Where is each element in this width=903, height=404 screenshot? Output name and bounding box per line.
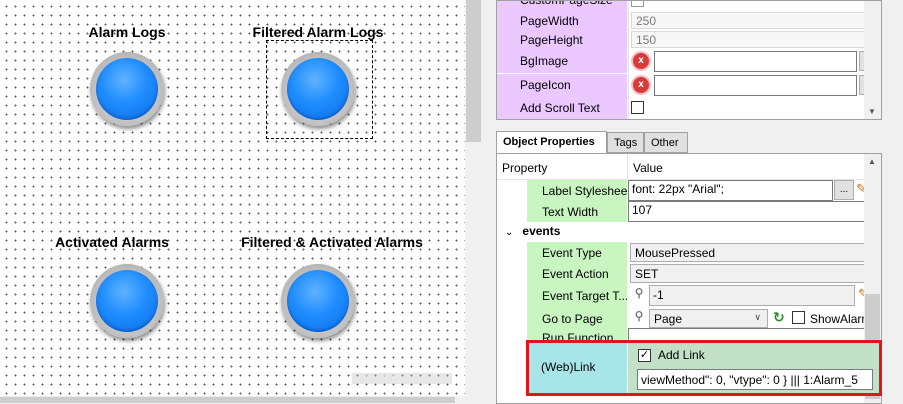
add-link-label: Add Link [658,348,705,362]
property-row-event-type: Event Type MousePressed∨ [497,242,881,263]
event-action-value: SET [635,267,659,281]
property-row-event-action: Event Action SET∨ [497,263,881,284]
property-name: PageHeight [497,29,627,51]
alarm-logs-button[interactable] [90,52,164,126]
text-width-value: 107 [632,203,653,217]
property-row-bg-image: BgImage x ... [497,50,881,73]
property-row-event-target: Event Target T... ⚲ -1 ✎ [497,284,869,308]
design-canvas[interactable]: Alarm Logs Filtered Alarm Logs Activated… [0,0,465,396]
property-value: ⚲ -1 ✎ [628,284,869,308]
property-value [628,97,881,119]
scroll-thumb[interactable] [0,397,455,403]
page-width-field[interactable]: 250▲▼ [631,12,881,29]
property-value: 107▲▼ [628,201,880,222]
property-value: ⚲ Page ∨ ↻ ShowAlarms [628,308,877,330]
activated-alarms-widget[interactable]: Activated Alarms [17,234,207,344]
property-name: Text Width [527,201,627,222]
clear-icon[interactable]: x [633,53,649,69]
go-to-page-select[interactable]: Page ∨ [649,309,768,328]
search-icon[interactable]: ⚲ [630,309,648,328]
scroll-thumb[interactable] [466,0,481,142]
activated-alarms-button[interactable] [90,264,164,338]
events-group-label: events [522,224,561,238]
coordinate-readout: 423 , 148 [352,373,452,384]
text-width-input[interactable]: 107▲▼ [628,201,880,222]
page-width-value: 250 [636,14,657,28]
property-value: 150▲▼ [628,29,881,51]
go-to-page-value: Page [654,312,683,326]
event-type-value: MousePressed [635,246,716,260]
value-column-header: Value [633,161,663,175]
tab-object-properties[interactable]: Object Properties [496,131,607,154]
property-value: x ... [628,74,881,97]
page-icon-input[interactable] [654,75,857,96]
property-name: Go to Page [527,308,627,330]
alarm-logs-widget[interactable]: Alarm Logs [32,24,222,126]
web-link-input[interactable]: viewMethod": 0, "vtype": 0 } ||| 1:Alarm… [637,369,873,390]
property-value: font: 22px "Arial"; ... ✎ [628,180,867,201]
property-name: Event Type [527,242,627,263]
property-name: (Web)Link [529,343,627,393]
grid-header: Property Value [497,154,881,180]
custom-page-size-checkbox[interactable] [631,1,644,7]
page-height-field[interactable]: 150▲▼ [631,31,881,48]
page-grid-scrollbar[interactable]: ▼ [864,1,881,119]
property-row-add-scroll-text: Add Scroll Text [497,97,881,119]
properties-panel: CustomPageSize PageWidth 250▲▼ PageHeigh… [482,0,903,404]
property-name: Event Target T... [527,284,627,308]
property-row-text-width: Text Width 107▲▼ [497,201,880,222]
event-target-input[interactable]: -1 [649,285,855,306]
refresh-icon[interactable]: ↻ [773,309,790,326]
canvas-vertical-scrollbar[interactable] [465,0,482,396]
canvas-horizontal-scrollbar[interactable] [0,396,482,404]
property-value: x ... [628,50,881,73]
search-icon[interactable]: ⚲ [630,286,648,305]
selection-box[interactable] [266,40,373,139]
property-value: MousePressed∨ [628,242,881,263]
bg-image-input[interactable] [654,51,857,72]
filtered-activated-alarms-button[interactable] [281,264,355,338]
event-action-select[interactable]: SET∨ [630,264,881,283]
event-type-select[interactable]: MousePressed∨ [630,243,881,262]
property-value: ✓ Add Link viewMethod": 0, "vtype": 0 } … [628,343,879,393]
property-value: SET∨ [628,263,881,284]
widget-label: Filtered & Activated Alarms [241,234,423,250]
tab-other[interactable]: Other [644,132,688,153]
property-name: PageIcon [497,74,627,97]
web-link-highlight: (Web)Link ✓ Add Link viewMethod": 0, "vt… [526,340,882,396]
scroll-up-icon[interactable]: ▲ [868,157,876,166]
property-name: BgImage [497,50,627,73]
show-alarms-checkbox[interactable] [792,311,805,324]
property-name: Add Scroll Text [497,97,627,119]
widget-label: Filtered Alarm Logs [252,24,384,40]
filtered-activated-alarms-widget[interactable]: Filtered & Activated Alarms [237,234,427,344]
page-properties-grid: CustomPageSize PageWidth 250▲▼ PageHeigh… [496,0,882,120]
collapse-chevron-icon[interactable]: ⌄ [505,227,513,238]
clear-icon[interactable]: x [633,77,649,93]
tab-tags[interactable]: Tags [607,132,644,153]
property-row-go-to-page: Go to Page ⚲ Page ∨ ↻ ShowAlarms [497,308,877,330]
property-row-page-icon: PageIcon x ... [497,74,881,97]
page-height-value: 150 [636,33,657,47]
widget-label: Activated Alarms [55,234,169,250]
widget-label: Alarm Logs [88,24,166,40]
property-name: Event Action [527,263,627,284]
label-stylesheet-input[interactable]: font: 22px "Arial"; [628,180,833,201]
browse-button[interactable]: ... [834,180,854,200]
property-row-page-height: PageHeight 150▲▼ [497,29,881,51]
chevron-down-icon: ∨ [754,312,761,322]
property-name: Label Stylesheet [527,180,627,201]
events-group-header[interactable]: ⌄ events [497,221,865,241]
add-link-checkbox[interactable]: ✓ [638,349,651,362]
add-scroll-text-checkbox[interactable] [631,101,644,114]
property-row-label-stylesheet: Label Stylesheet font: 22px "Arial"; ...… [497,180,867,201]
property-column-header: Property [502,161,548,175]
scroll-down-icon[interactable]: ▼ [868,107,876,116]
